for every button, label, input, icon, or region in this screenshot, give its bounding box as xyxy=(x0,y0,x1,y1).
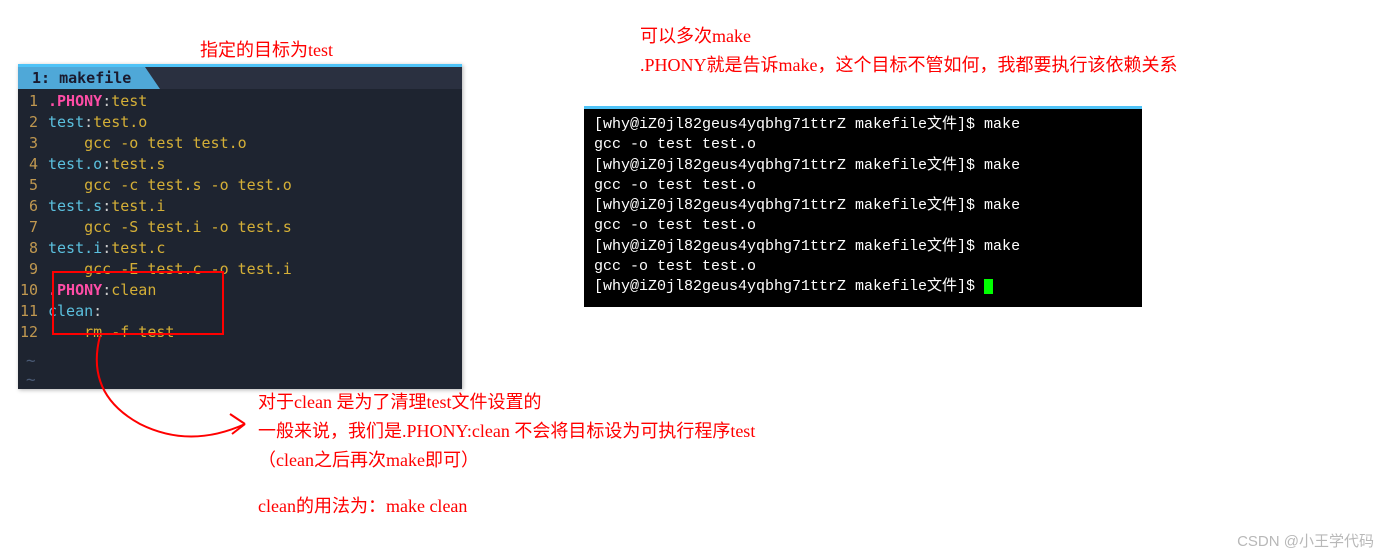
watermark: CSDN @小王学代码 xyxy=(1237,530,1374,551)
code-line: 10.PHONY:clean xyxy=(18,280,462,301)
code-editor-panel: 1: makefile 1.PHONY:test2test:test.o3 gc… xyxy=(18,64,462,389)
annotation-line: clean的用法为：make clean xyxy=(258,492,755,521)
terminal-line: [why@iZ0jl82geus4yqbhg71ttrZ makefile文件]… xyxy=(594,237,1132,257)
code-line: 4test.o:test.s xyxy=(18,154,462,175)
code-content: .PHONY:test xyxy=(48,91,147,112)
terminal-line: [why@iZ0jl82geus4yqbhg71ttrZ makefile文件]… xyxy=(594,196,1132,216)
code-line: 11clean: xyxy=(18,301,462,322)
code-line: 7 gcc -S test.i -o test.s xyxy=(18,217,462,238)
editor-tab-makefile[interactable]: 1: makefile xyxy=(18,67,145,89)
line-number: 4 xyxy=(18,154,48,175)
annotation-top-left: 指定的目标为test xyxy=(200,36,333,65)
terminal-line: [why@iZ0jl82geus4yqbhg71ttrZ makefile文件]… xyxy=(594,277,1132,297)
code-content: test.s:test.i xyxy=(48,196,165,217)
line-number: 2 xyxy=(18,112,48,133)
terminal-line: gcc -o test test.o xyxy=(594,216,1132,236)
terminal-line: gcc -o test test.o xyxy=(594,176,1132,196)
line-number: 12 xyxy=(18,322,48,343)
line-number: 1 xyxy=(18,91,48,112)
code-line: 6test.s:test.i xyxy=(18,196,462,217)
annotation-line: 对于clean 是为了清理test文件设置的 xyxy=(258,388,755,417)
editor-tilde: ~ xyxy=(18,351,462,370)
code-content: clean: xyxy=(48,301,102,322)
terminal-line: [why@iZ0jl82geus4yqbhg71ttrZ makefile文件]… xyxy=(594,156,1132,176)
code-line: 9 gcc -E test.c -o test.i xyxy=(18,259,462,280)
cursor-icon xyxy=(984,279,993,294)
terminal-panel[interactable]: [why@iZ0jl82geus4yqbhg71ttrZ makefile文件]… xyxy=(584,106,1142,307)
annotation-line: .PHONY就是告诉make，这个目标不管如何，我都要执行该依赖关系 xyxy=(640,51,1177,80)
annotation-line: 可以多次make xyxy=(640,22,1177,51)
code-content: .PHONY:clean xyxy=(48,280,156,301)
line-number: 9 xyxy=(18,259,48,280)
code-content: test.i:test.c xyxy=(48,238,165,259)
code-line: 1.PHONY:test xyxy=(18,91,462,112)
code-content: test:test.o xyxy=(48,112,147,133)
code-line: 2test:test.o xyxy=(18,112,462,133)
line-number: 11 xyxy=(18,301,48,322)
code-content: rm -f test xyxy=(48,322,174,343)
line-number: 3 xyxy=(18,133,48,154)
annotation-line: 一般来说，我们是.PHONY:clean 不会将目标设为可执行程序test xyxy=(258,417,755,446)
line-number: 7 xyxy=(18,217,48,238)
code-content: gcc -E test.c -o test.i xyxy=(48,259,292,280)
line-number: 6 xyxy=(18,196,48,217)
code-line: 8test.i:test.c xyxy=(18,238,462,259)
line-number: 5 xyxy=(18,175,48,196)
tab-bar: 1: makefile xyxy=(18,67,462,89)
code-line: 12 rm -f test xyxy=(18,322,462,343)
code-content: gcc -S test.i -o test.s xyxy=(48,217,292,238)
annotation-top-right: 可以多次make .PHONY就是告诉make，这个目标不管如何，我都要执行该依… xyxy=(640,22,1177,80)
line-number: 8 xyxy=(18,238,48,259)
code-area[interactable]: 1.PHONY:test2test:test.o3 gcc -o test te… xyxy=(18,89,462,351)
code-content: test.o:test.s xyxy=(48,154,165,175)
terminal-line: gcc -o test test.o xyxy=(594,257,1132,277)
editor-tilde: ~ xyxy=(18,370,462,389)
terminal-line: gcc -o test test.o xyxy=(594,135,1132,155)
code-line: 5 gcc -c test.s -o test.o xyxy=(18,175,462,196)
code-content: gcc -o test test.o xyxy=(48,133,247,154)
code-line: 3 gcc -o test test.o xyxy=(18,133,462,154)
code-content: gcc -c test.s -o test.o xyxy=(48,175,292,196)
annotation-bottom: 对于clean 是为了清理test文件设置的 一般来说，我们是.PHONY:cl… xyxy=(258,388,755,521)
line-number: 10 xyxy=(18,280,48,301)
annotation-line: （clean之后再次make即可） xyxy=(258,446,755,475)
terminal-line: [why@iZ0jl82geus4yqbhg71ttrZ makefile文件]… xyxy=(594,115,1132,135)
